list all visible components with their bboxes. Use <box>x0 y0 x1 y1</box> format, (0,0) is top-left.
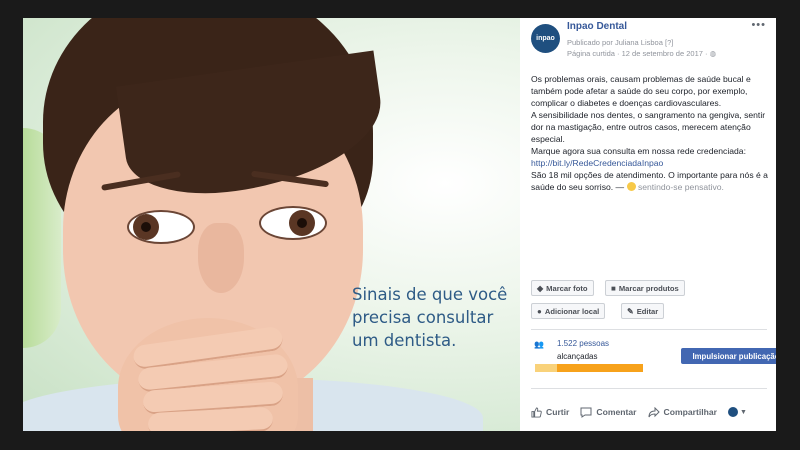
comment-icon <box>580 407 592 418</box>
feeling-text: sentindo-se pensativo. <box>637 182 724 192</box>
add-location-label: Adicionar local <box>544 306 600 316</box>
right-eye <box>259 206 327 240</box>
pencil-icon: ✎ <box>627 306 634 316</box>
tag-products-button[interactable]: ■ Marcar produtos <box>605 280 685 296</box>
post-date: Página curtida · 12 de setembro de 2017 … <box>567 49 716 58</box>
photo-viewer: Sinais de que você precisa consultar um … <box>23 18 776 431</box>
page-avatar[interactable]: inpao <box>531 24 560 53</box>
thumbs-up-icon <box>531 406 542 418</box>
caption-line: Sinais de que você <box>352 285 508 304</box>
post-paragraph: Marque agora sua consulta em nossa rede … <box>531 145 769 169</box>
edit-button[interactable]: ✎ Editar <box>621 303 665 319</box>
post-paragraph: São 18 mil opções de atendimento. O impo… <box>531 169 769 193</box>
like-button[interactable]: Curtir <box>531 406 570 418</box>
photo-caption: Sinais de que você precisa consultar um … <box>352 283 520 352</box>
post-link[interactable]: http://bit.ly/RedeCredenciadaInpao <box>531 158 663 168</box>
share-button[interactable]: Compartilhar <box>648 406 718 418</box>
share-label: Compartilhar <box>663 407 718 417</box>
caption-line: um dentista. <box>352 331 457 350</box>
post-as-selector[interactable]: ▼ <box>728 407 747 417</box>
share-icon <box>648 406 660 417</box>
comment-label: Comentar <box>596 407 637 417</box>
location-pin-icon: ● <box>537 306 542 316</box>
reach-bar <box>535 364 643 372</box>
chevron-down-icon: ▼ <box>740 408 747 416</box>
tag-icon: ◆ <box>537 283 544 293</box>
people-icon: 👥 <box>534 340 544 349</box>
published-by: Publicado por Juliana Lisboa [?] <box>567 38 674 47</box>
page-liked-text: Página curtida · 12 de setembro de 2017 … <box>567 49 710 58</box>
divider <box>531 329 767 330</box>
globe-icon: ◍ <box>709 49 717 58</box>
post-photo[interactable]: Sinais de que você precisa consultar um … <box>23 18 520 431</box>
page-avatar-small <box>728 407 739 417</box>
post-body: Os problemas orais, causam problemas de … <box>531 73 769 193</box>
post-actions: Curtir Comentar Compartilhar ▼ <box>531 404 771 420</box>
like-label: Curtir <box>546 407 570 417</box>
post-text: Marque agora sua consulta em nossa rede … <box>531 146 746 156</box>
reach-count[interactable]: 1.522 pessoas <box>557 339 609 348</box>
page-name-link[interactable]: Inpao Dental <box>567 21 627 32</box>
more-options-icon[interactable]: ••• <box>751 19 766 31</box>
edit-label: Editar <box>636 306 659 316</box>
reach-label: alcançadas <box>557 352 598 361</box>
reach-bar-organic <box>535 364 557 372</box>
post-paragraph: Os problemas orais, causam problemas de … <box>531 74 751 108</box>
shopping-bag-icon: ■ <box>611 283 616 293</box>
boost-post-button[interactable]: Impulsionar publicação <box>681 348 776 364</box>
post-paragraph: A sensibilidade nos dentes, o sangrament… <box>531 110 766 144</box>
tag-photo-label: Marcar foto <box>546 283 588 293</box>
avatar-logo-text: inpao <box>536 35 555 42</box>
divider <box>531 388 767 389</box>
add-location-button[interactable]: ● Adicionar local <box>531 303 606 319</box>
comment-button[interactable]: Comentar <box>580 407 637 418</box>
left-eye <box>127 210 195 244</box>
thinking-emoji-icon <box>626 182 636 191</box>
nose <box>198 223 244 293</box>
tag-products-label: Marcar produtos <box>618 283 679 293</box>
tag-photo-button[interactable]: ◆ Marcar foto <box>531 280 594 296</box>
caption-line: precisa consultar <box>352 308 494 327</box>
post-panel: inpao Inpao Dental ••• Publicado por Jul… <box>520 18 776 431</box>
